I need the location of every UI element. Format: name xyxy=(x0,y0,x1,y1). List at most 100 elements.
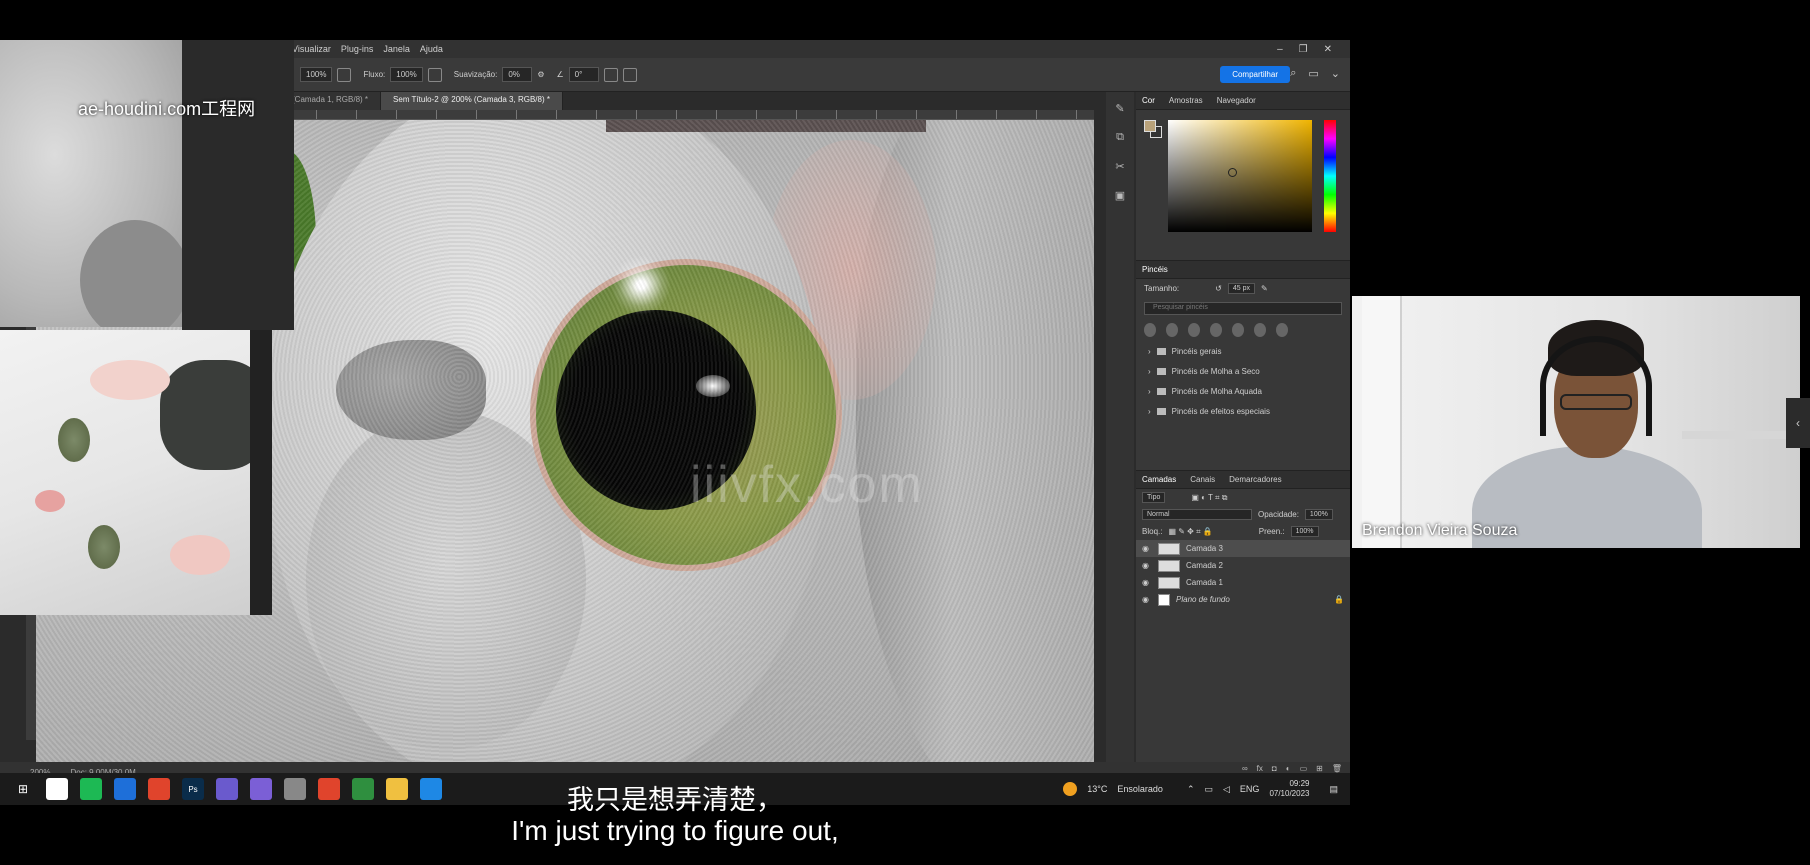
brush-edit-icon[interactable]: ✎ xyxy=(1261,284,1268,293)
tab-document-2[interactable]: Sem Título-2 @ 200% (Camada 3, RGB/8) * xyxy=(381,92,563,110)
options-right-icons: ⌕ ▭ ⌄ xyxy=(1290,67,1340,80)
fg-bg-swatches[interactable] xyxy=(1144,120,1162,138)
opacity-field[interactable]: 100% xyxy=(1304,509,1333,520)
brush-preset-icon[interactable] xyxy=(1210,323,1222,337)
watermark-center: iiivfx.com xyxy=(690,456,924,514)
glasses-icon xyxy=(1560,394,1632,410)
gear-icon[interactable]: ⚙ xyxy=(537,70,544,79)
workspace-icon[interactable]: ▭ xyxy=(1308,67,1318,80)
layer-row[interactable]: ◉ Camada 1 xyxy=(1136,574,1350,591)
clone-source-icon[interactable]: ⧉ xyxy=(1116,131,1124,144)
eye-icon[interactable]: ◉ xyxy=(1142,561,1152,570)
kitten-nose xyxy=(35,490,65,512)
tab-swatches[interactable]: Amostras xyxy=(1169,96,1203,105)
pressure-size-icon[interactable] xyxy=(603,67,618,82)
layer-filter-select[interactable]: Tipo xyxy=(1142,492,1166,503)
document-tabs: (Camada 1, RGB/8) * Sem Título-2 @ 200% … xyxy=(280,92,563,110)
brush-settings-icon[interactable]: ✎ xyxy=(1115,102,1124,115)
brush-size-field[interactable]: 45 px xyxy=(1227,283,1255,294)
blend-mode-select[interactable]: Normal xyxy=(1142,509,1252,520)
smoothing-field[interactable]: 0% xyxy=(502,67,533,82)
layers-panel-tabs: Camadas Canais Demarcadores xyxy=(1136,471,1350,489)
menu-item-window[interactable]: Janela xyxy=(383,44,410,54)
layer-row[interactable]: ◉ Plano de fundo 🔒 xyxy=(1136,591,1350,608)
brush-search-input[interactable]: Pesquisar pincéis xyxy=(1144,302,1342,315)
brushes-panel: Pincéis Tamanho: ↺ 45 px ✎ Pesquisar pin… xyxy=(1136,260,1350,470)
webcam-feed: Brendon Vieira Souza xyxy=(1352,296,1800,548)
subtitle-chinese: 我只是想弄清楚， xyxy=(567,785,783,815)
foreground-swatch[interactable] xyxy=(1144,120,1156,132)
share-button[interactable]: Compartilhar xyxy=(1220,66,1290,83)
eye-icon[interactable]: ◉ xyxy=(1142,544,1152,553)
tab-layers[interactable]: Camadas xyxy=(1142,475,1176,484)
tab-brushes[interactable]: Pincéis xyxy=(1142,265,1168,274)
restore-icon[interactable]: ❐ xyxy=(1299,44,1308,55)
zoom-field[interactable]: 100% xyxy=(300,67,333,82)
eye-icon[interactable]: ◉ xyxy=(1142,578,1152,587)
filter-type-icons[interactable]: ▣ ◐ T ⌗ ⧉ xyxy=(1191,493,1227,503)
brush-folder[interactable]: › Pincéis de efeitos especiais xyxy=(1136,401,1350,421)
layer-name: Camada 1 xyxy=(1186,578,1223,587)
lock-icons[interactable]: ▦ ✎ ✥ ⌗ 🔒 xyxy=(1168,527,1212,537)
layer-row[interactable]: ◉ Camada 2 xyxy=(1136,557,1350,574)
eye-icon[interactable]: ◉ xyxy=(1142,595,1152,604)
webcam-background-table xyxy=(1682,431,1792,439)
brush-folder[interactable]: › Pincéis de Molha Aquada xyxy=(1136,381,1350,401)
color-picker-field[interactable] xyxy=(1168,120,1312,232)
symmetry-icon[interactable] xyxy=(622,67,637,82)
brush-preset-icon[interactable] xyxy=(1166,323,1178,337)
search-icon[interactable]: ⌕ xyxy=(1290,67,1296,80)
close-icon[interactable]: ✕ xyxy=(1324,44,1332,55)
menu-item-plugins[interactable]: Plug-ins xyxy=(341,44,374,54)
lock-icon: 🔒 xyxy=(1334,595,1344,604)
layer-name: Camada 2 xyxy=(1186,561,1223,570)
tab-paths[interactable]: Demarcadores xyxy=(1229,475,1281,484)
folder-icon xyxy=(1156,387,1166,395)
pressure-opacity-icon[interactable] xyxy=(337,67,352,82)
kitten-eye xyxy=(58,418,90,462)
brush-preset-icon[interactable] xyxy=(1188,323,1200,337)
menu-item-help[interactable]: Ajuda xyxy=(420,44,443,54)
tab-color[interactable]: Cor xyxy=(1142,96,1155,105)
layers-panel: Camadas Canais Demarcadores Tipo ▣ ◐ T ⌗… xyxy=(1136,470,1350,780)
headset-icon xyxy=(1540,336,1652,436)
brush-size-label: Tamanho: xyxy=(1144,284,1180,293)
tab-channels[interactable]: Canais xyxy=(1190,475,1215,484)
brush-preset-icon[interactable] xyxy=(1144,323,1156,337)
hue-slider[interactable] xyxy=(1324,120,1336,232)
kitten-dark-area xyxy=(160,360,250,470)
subtitle-english: I'm just trying to figure out, xyxy=(511,815,839,846)
brush-preset-icon[interactable] xyxy=(1276,323,1288,337)
tab-document-1[interactable]: (Camada 1, RGB/8) * xyxy=(280,92,382,110)
right-panels: Cor Amostras Navegador Pincéis Tamanho: … xyxy=(1136,92,1350,773)
properties-icon[interactable]: ▣ xyxy=(1115,189,1125,202)
reference-photo-fur xyxy=(0,40,182,327)
layer-name: Camada 3 xyxy=(1186,544,1223,553)
fill-field[interactable]: 100% xyxy=(1290,526,1319,537)
reference-backdrop xyxy=(182,40,294,330)
angle-icon: ∠ xyxy=(556,70,564,79)
menu-item-view[interactable]: Visualizar xyxy=(292,44,331,54)
flow-field[interactable]: 100% xyxy=(390,67,423,82)
chevron-down-icon[interactable]: ⌄ xyxy=(1331,67,1340,80)
chevron-left-icon[interactable]: ‹ xyxy=(1786,398,1810,448)
airbrush-icon[interactable] xyxy=(427,67,442,82)
window-controls: – ❐ ✕ xyxy=(1277,44,1332,55)
brush-preset-icon[interactable] xyxy=(1254,323,1266,337)
color-picker-cursor[interactable] xyxy=(1228,168,1237,177)
brush-preset-icon[interactable] xyxy=(1232,323,1244,337)
lock-label: Bloq.: xyxy=(1142,527,1163,536)
scissors-icon[interactable]: ✂ xyxy=(1115,160,1124,173)
tab-navigator[interactable]: Navegador xyxy=(1217,96,1256,105)
kitten-ear xyxy=(90,360,170,400)
reset-icon[interactable]: ↺ xyxy=(1215,284,1222,293)
layer-row[interactable]: ◉ Camada 3 xyxy=(1136,540,1350,557)
brush-folder[interactable]: › Pincéis de Molha a Seco xyxy=(1136,361,1350,381)
fill-label: Preen.: xyxy=(1258,527,1285,536)
brush-folder[interactable]: › Pincéis gerais xyxy=(1136,341,1350,361)
angle-field[interactable]: 0° xyxy=(568,67,599,82)
kitten-ear xyxy=(170,535,230,575)
minimize-icon[interactable]: – xyxy=(1277,44,1283,55)
opacity-label: Opacidade: xyxy=(1258,510,1299,519)
blend-row: Normal Opacidade: 100% xyxy=(1136,506,1350,523)
